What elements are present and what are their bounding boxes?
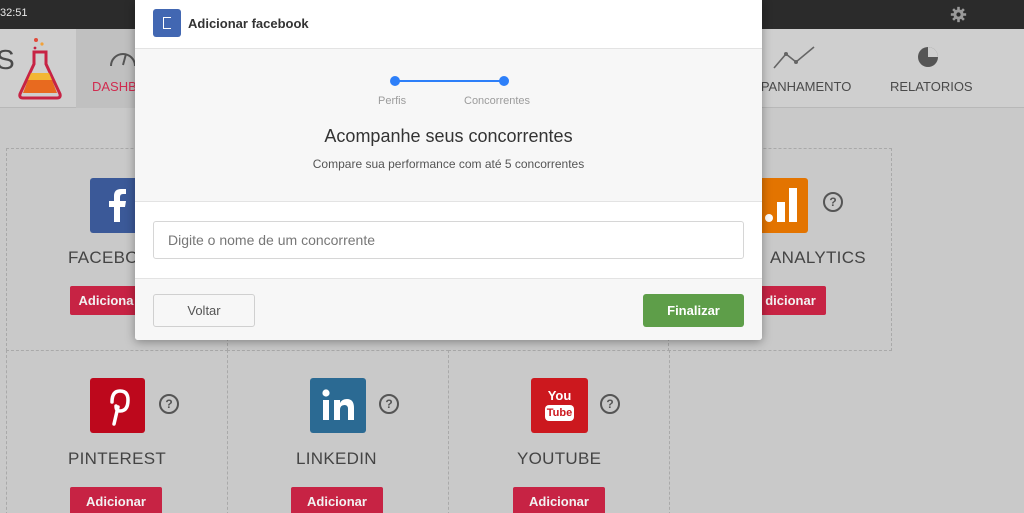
line-chart-icon xyxy=(773,46,815,69)
step-dot-concorrentes xyxy=(499,76,509,86)
youtube-help-icon[interactable]: ? xyxy=(600,394,620,414)
stepper-line xyxy=(395,80,503,82)
pinterest-help-icon[interactable]: ? xyxy=(159,394,179,414)
pie-chart-icon xyxy=(918,47,938,67)
analytics-icon xyxy=(755,178,808,233)
card-linkedin-name: LINKEDIN xyxy=(296,449,377,468)
card-linkedin: ? LINKEDIN Adicionar xyxy=(227,350,449,513)
add-pinterest-button[interactable]: Adicionar xyxy=(70,487,162,513)
add-facebook-modal: Adicionar facebook Perfis Concorrentes A… xyxy=(135,0,762,340)
step-label-concorrentes: Concorrentes xyxy=(464,95,531,107)
linkedin-help-icon[interactable]: ? xyxy=(379,394,399,414)
pinterest-icon xyxy=(90,378,145,433)
add-youtube-button[interactable]: Adicionar xyxy=(513,487,605,513)
add-linkedin-button[interactable]: Adicionar xyxy=(291,487,383,513)
clock-text: 32:51 xyxy=(0,7,28,19)
facebook-badge-icon xyxy=(153,9,181,37)
card-facebook-name: FACEBO xyxy=(68,248,139,267)
card-youtube-name: YOUTUBE xyxy=(517,449,602,468)
youtube-icon-text-top: You xyxy=(547,388,572,403)
card-pinterest: ? PINTEREST Adicionar xyxy=(6,350,228,513)
dashboard-gauge-icon xyxy=(110,53,136,67)
gear-icon[interactable] xyxy=(950,6,967,23)
linkedin-icon xyxy=(310,378,366,433)
modal-header: Adicionar facebook xyxy=(135,0,762,49)
competitor-name-input[interactable] xyxy=(153,221,744,259)
step-label-perfis: Perfis xyxy=(378,95,407,107)
flask-logo-icon xyxy=(18,38,62,100)
step-dot-perfis xyxy=(390,76,400,86)
modal-title: Adicionar facebook xyxy=(188,16,309,31)
analytics-help-icon[interactable]: ? xyxy=(823,192,843,212)
youtube-icon-text-bottom: Tube xyxy=(545,405,574,421)
modal-footer: Voltar Finalizar xyxy=(135,278,762,340)
nav-item-dashboard[interactable] xyxy=(76,29,136,108)
nav-dashboard-label[interactable]: DASHB xyxy=(92,79,137,94)
modal-heading: Acompanhe seus concorrentes xyxy=(324,126,573,146)
card-youtube: You Tube ? YOUTUBE Adicionar xyxy=(448,350,670,513)
back-button[interactable]: Voltar xyxy=(153,294,255,327)
brand-text: S xyxy=(0,44,15,75)
nav-acompanhamento-label[interactable]: MPANHAMENTO xyxy=(750,79,851,94)
nav-relatorios-label[interactable]: RELATORIOS xyxy=(890,79,973,94)
finish-button[interactable]: Finalizar xyxy=(643,294,744,327)
add-facebook-button[interactable]: Adiciona xyxy=(70,286,142,315)
modal-body: Perfis Concorrentes Acompanhe seus conco… xyxy=(135,49,762,202)
modal-subheading: Compare sua performance com até 5 concor… xyxy=(312,157,585,171)
card-pinterest-name: PINTEREST xyxy=(68,449,167,468)
card-analytics-name: ANALYTICS xyxy=(770,248,866,267)
youtube-icon: You Tube xyxy=(531,378,588,433)
add-analytics-button[interactable]: dicionar xyxy=(755,286,826,315)
